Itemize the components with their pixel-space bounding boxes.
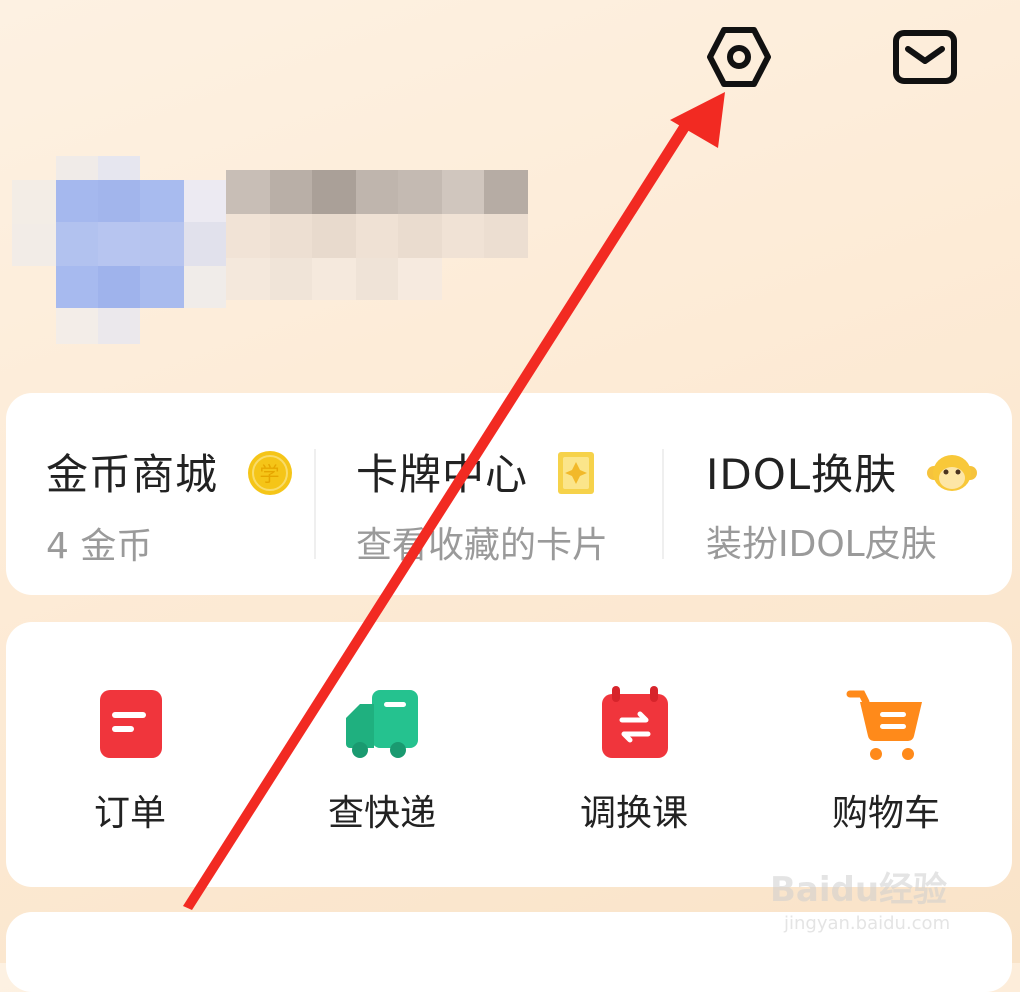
baidu-watermark: Baidu经验 jingyan.baidu.com [770, 862, 1010, 952]
track-delivery-label: 查快递 [327, 793, 436, 834]
idol-skin-entry[interactable]: IDOL换肤 装扮IDOL皮肤 [706, 441, 978, 567]
swap-class-label: 调换课 [579, 793, 688, 834]
orders-button[interactable]: 订单 [30, 684, 230, 836]
card-center-entry[interactable]: 卡牌中心 查看收藏的卡片 [356, 441, 608, 568]
divider [314, 449, 316, 559]
shopping-cart-button[interactable]: 购物车 [786, 684, 986, 836]
profile-header[interactable] [0, 140, 560, 350]
orders-label: 订单 [93, 793, 166, 834]
swap-class-button[interactable]: 调换课 [534, 684, 734, 836]
idol-skin-title: IDOL换肤 [706, 450, 898, 499]
watermark-brand: Baidu [770, 870, 880, 910]
delivery-truck-icon [342, 684, 422, 764]
divider [662, 449, 664, 559]
feature-card: 金币商城 学 4 金币 卡牌中心 查看收藏的卡片 IDOL换肤 装扮IDOL皮肤 [6, 393, 1012, 595]
mail-icon [893, 30, 957, 84]
watermark-url: jingyan.baidu.com [784, 913, 951, 934]
monkey-icon [926, 451, 978, 505]
shopping-cart-icon [846, 684, 926, 764]
settings-hexagon-icon [707, 27, 771, 87]
shopping-cart-label: 购物车 [831, 793, 940, 834]
username [226, 170, 528, 310]
coin-mall-title: 金币商城 [46, 450, 219, 499]
track-delivery-button[interactable]: 查快递 [282, 684, 482, 836]
card-icon [556, 450, 596, 506]
avatar[interactable] [12, 148, 226, 344]
quick-actions-card: 订单 查快递 调换课 购物车 [6, 622, 1012, 887]
coin-icon-char: 学 [260, 462, 281, 486]
idol-skin-subtitle: 装扮IDOL皮肤 [706, 523, 937, 565]
settings-button[interactable] [700, 18, 778, 96]
mail-button[interactable] [886, 22, 964, 92]
swap-calendar-icon [594, 684, 674, 764]
card-center-subtitle: 查看收藏的卡片 [356, 524, 609, 566]
card-center-title: 卡牌中心 [356, 450, 529, 499]
coin-mall-entry[interactable]: 金币商城 学 4 金币 [46, 441, 294, 569]
coin-balance: 4 金币 [46, 525, 153, 567]
top-bar [0, 0, 1020, 110]
watermark-suffix: 经验 [879, 870, 948, 910]
order-icon [90, 684, 170, 764]
coin-icon: 学 [246, 449, 294, 507]
